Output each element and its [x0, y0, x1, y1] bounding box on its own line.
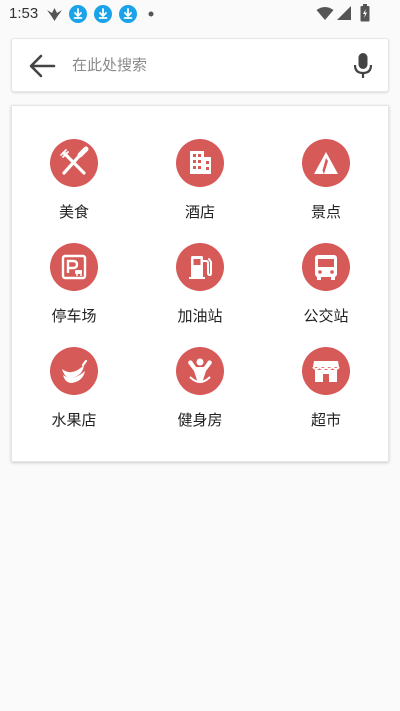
arrow-left-icon[interactable] [28, 53, 56, 79]
status-bar: 1:53 [0, 0, 400, 28]
fitness-icon [176, 347, 224, 395]
status-time: 1:53 [9, 5, 39, 22]
mountain-icon [302, 139, 350, 187]
notification-bird-icon [47, 8, 62, 21]
dot-icon [148, 11, 154, 17]
search-bar [11, 38, 389, 92]
parking-icon [50, 243, 98, 291]
store-icon [302, 347, 350, 395]
category-attraction[interactable]: 景点 [276, 139, 376, 235]
microphone-icon[interactable] [352, 52, 374, 80]
download-icon [119, 5, 137, 23]
category-hotel[interactable]: 酒店 [150, 139, 250, 235]
fork-knife-icon [50, 139, 98, 187]
category-label: 美食 [58, 203, 89, 221]
category-parking[interactable]: 停车场 [24, 243, 124, 339]
category-label: 水果店 [51, 411, 97, 429]
category-label: 停车场 [51, 307, 97, 325]
search-input[interactable] [72, 47, 342, 83]
bus-icon [302, 243, 350, 291]
category-grid: 美食 酒店 景点 停车场 加油站 公交站 水果店 健身房 超市 [11, 105, 389, 462]
hotel-building-icon [176, 139, 224, 187]
category-supermarket[interactable]: 超市 [276, 347, 376, 443]
category-label: 健身房 [177, 411, 223, 429]
category-bus-stop[interactable]: 公交站 [276, 243, 376, 339]
battery-icon [360, 4, 370, 22]
download-icon [69, 5, 87, 23]
signal-icon [337, 6, 351, 20]
category-label: 酒店 [184, 203, 215, 221]
category-gym[interactable]: 健身房 [150, 347, 250, 443]
category-label: 加油站 [177, 307, 223, 325]
category-label: 公交站 [303, 307, 349, 325]
category-label: 景点 [310, 203, 341, 221]
wifi-icon [316, 7, 334, 20]
category-food[interactable]: 美食 [24, 139, 124, 235]
banana-icon [50, 347, 98, 395]
download-icon [94, 5, 112, 23]
category-fruit-store[interactable]: 水果店 [24, 347, 124, 443]
gas-pump-icon [176, 243, 224, 291]
category-label: 超市 [310, 411, 341, 429]
category-gas-station[interactable]: 加油站 [150, 243, 250, 339]
